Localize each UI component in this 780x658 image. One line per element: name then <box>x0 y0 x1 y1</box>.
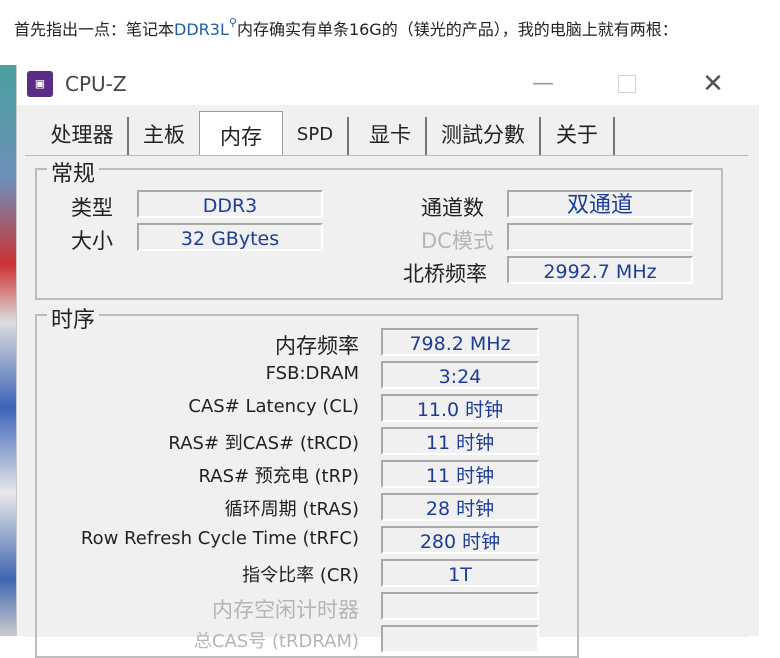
timing-value: 28 时钟 <box>381 493 539 521</box>
timing-label: 内存频率 <box>275 334 359 358</box>
size-value: 32 GBytes <box>137 223 323 251</box>
tab-spd[interactable]: SPD <box>283 117 349 155</box>
cpuz-icon: ▣ <box>27 71 53 97</box>
dc-mode-value <box>507 223 693 251</box>
dc-mode-label: DC模式 <box>421 229 494 253</box>
tab-memory[interactable]: 内存 <box>199 111 283 158</box>
timing-label: FSB:DRAM <box>265 363 359 384</box>
tab-mainboard[interactable]: 主板 <box>129 117 201 155</box>
timing-value <box>381 625 539 653</box>
search-icon[interactable]: ⚲ <box>229 16 237 29</box>
channels-value: 双通道 <box>507 190 693 218</box>
timing-label: CAS# Latency (CL) <box>188 396 359 417</box>
ddr3l-keyword-link[interactable]: DDR3L <box>174 20 229 39</box>
timing-value: 1T <box>381 559 539 587</box>
tab-strip: 处理器 主板 内存 SPD 显卡 测試分數 关于 <box>37 111 737 158</box>
minimize-icon: — <box>532 71 554 96</box>
size-label: 大小 <box>71 229 113 253</box>
timing-label: 总CAS号 (tRDRAM) <box>193 631 359 652</box>
channels-label: 通道数 <box>421 196 484 220</box>
maximize-button[interactable] <box>607 69 647 99</box>
timing-label: 指令比率 (CR) <box>242 565 359 586</box>
type-value: DDR3 <box>137 190 323 218</box>
close-icon: ✕ <box>702 69 724 99</box>
timing-value: 3:24 <box>381 361 539 389</box>
timing-value <box>381 592 539 620</box>
timing-value: 11 时钟 <box>381 460 539 488</box>
minimize-button[interactable]: — <box>523 69 563 99</box>
timing-value: 11 时钟 <box>381 427 539 455</box>
article-paragraph: 首先指出一点：笔记本DDR3L⚲内存确实有单条16G的（镁光的产品），我的电脑上… <box>14 16 678 40</box>
timing-label: RAS# 到CAS# (tRCD) <box>168 433 359 454</box>
tab-graphics[interactable]: 显卡 <box>355 117 427 155</box>
timing-label: RAS# 预充电 (tRP) <box>198 466 359 487</box>
timing-value: 11.0 时钟 <box>381 394 539 422</box>
timing-label: 循环周期 (tRAS) <box>224 499 359 520</box>
title-bar[interactable]: ▣ CPU-Z — ✕ <box>17 65 759 105</box>
timing-label: 内存空闲计时器 <box>212 598 359 622</box>
timing-value: 280 时钟 <box>381 526 539 554</box>
tab-bench[interactable]: 测試分數 <box>427 117 541 155</box>
window-title: CPU-Z <box>65 72 127 96</box>
maximize-icon <box>618 75 636 93</box>
article-suffix: 内存确实有单条16G的（镁光的产品），我的电脑上就有两根： <box>236 20 678 39</box>
timing-label: Row Refresh Cycle Time (tRFC) <box>80 528 359 549</box>
timing-value: 798.2 MHz <box>381 328 539 356</box>
general-title: 常规 <box>47 156 100 188</box>
type-label: 类型 <box>71 196 113 220</box>
background-strip <box>0 65 16 636</box>
general-group: 常规 类型 DDR3 大小 32 GBytes 通道数 双通道 DC模式 北桥频… <box>35 156 723 300</box>
tab-about[interactable]: 关于 <box>541 117 615 155</box>
nb-frequency-label: 北桥频率 <box>403 262 487 286</box>
timings-group: 时序 内存频率 798.2 MHz FSB:DRAM 3:24 CAS# Lat… <box>35 302 579 658</box>
memory-panel: 常规 类型 DDR3 大小 32 GBytes 通道数 双通道 DC模式 北桥频… <box>25 155 748 658</box>
tab-cpu[interactable]: 处理器 <box>37 117 129 155</box>
cpuz-window: ▣ CPU-Z — ✕ 处理器 主板 内存 SPD 显卡 测試分數 关于 常规 … <box>16 65 759 658</box>
timings-title: 时序 <box>47 302 100 334</box>
nb-frequency-value: 2992.7 MHz <box>507 256 693 284</box>
close-button[interactable]: ✕ <box>693 69 733 99</box>
article-prefix: 首先指出一点：笔记本 <box>14 20 175 39</box>
